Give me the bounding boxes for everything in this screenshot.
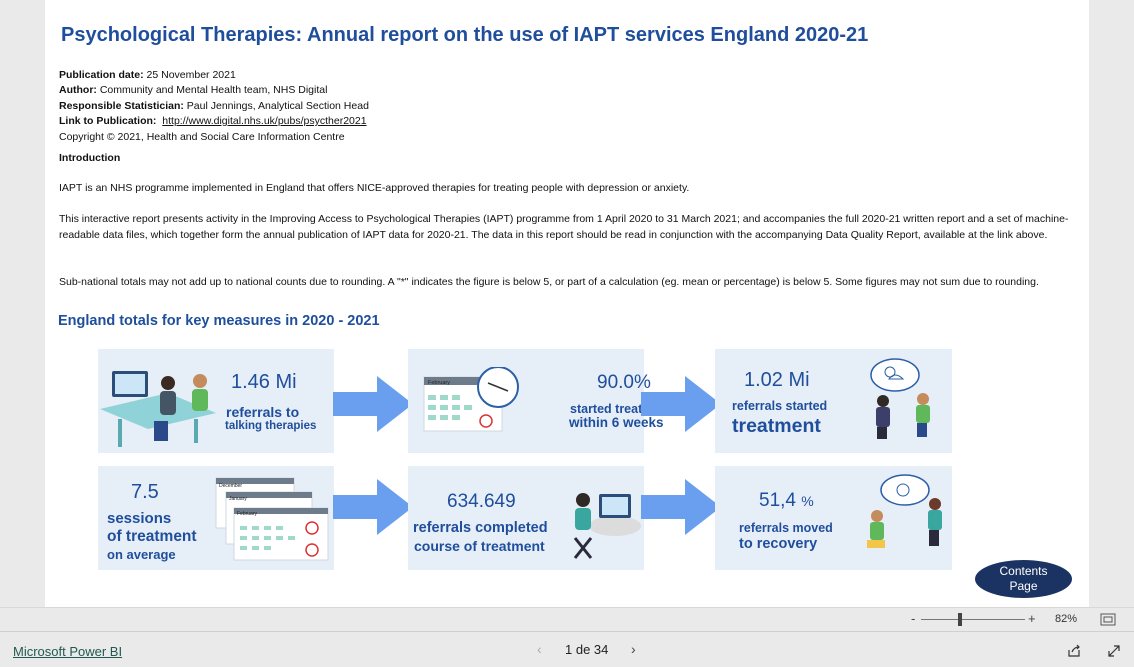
intro-paragraph-1: IAPT is an NHS programme implemented in … xyxy=(59,182,690,194)
calendar-february-label: February xyxy=(237,511,258,517)
card-completed: 634.649 referrals completed course of tr… xyxy=(408,466,644,570)
section-title: England totals for key measures in 2020 … xyxy=(58,313,380,329)
calendar-january-label: January xyxy=(229,496,247,502)
sessions-value: 7.5 xyxy=(131,481,159,503)
page-title: Psychological Therapies: Annual report o… xyxy=(61,24,869,46)
sessions-label-2: of treatment xyxy=(107,528,197,545)
page-indicator: 1 de 34 xyxy=(565,642,609,657)
zoom-slider-thumb[interactable] xyxy=(958,613,962,626)
arrow-right-icon xyxy=(641,479,721,535)
card-sessions: 7.5 sessions of treatment on average Dec… xyxy=(98,466,334,570)
arrow-right-icon xyxy=(333,479,413,535)
contents-page-button[interactable]: Contents Page xyxy=(975,560,1072,598)
zoom-level: 82% xyxy=(1055,613,1078,625)
started-label-1: referrals started xyxy=(732,399,828,413)
started-label-2: treatment xyxy=(732,415,821,437)
zoom-in-button[interactable]: + xyxy=(1028,611,1036,626)
card-six-weeks: February 90.0% started treatment within … xyxy=(408,349,672,453)
copyright: Copyright © 2021, Health and Social Care… xyxy=(59,131,345,143)
intro-paragraph-2: This interactive report presents activit… xyxy=(59,213,1069,241)
responsible-statistician: Responsible Statistician: Paul Jennings,… xyxy=(59,100,369,112)
zoom-out-button[interactable]: - xyxy=(911,611,915,626)
publication-link-row: Link to Publication: http://www.digital.… xyxy=(59,115,367,127)
card-recovery: 51,4 % referrals moved to recovery xyxy=(715,466,952,570)
sessions-label-3: on average xyxy=(107,547,176,562)
calendar-december-label: December xyxy=(219,483,243,489)
card-referrals: 1.46 Mi referrals to talking therapies xyxy=(98,349,334,453)
arrow-right-icon xyxy=(333,376,413,432)
recovery-value: 51,4 % xyxy=(759,490,814,511)
power-bi-link[interactable]: Microsoft Power BI xyxy=(13,644,122,659)
referrals-value: 1.46 Mi xyxy=(231,371,297,393)
arrow-right-icon xyxy=(641,376,721,432)
completed-label-2: course of treatment xyxy=(414,538,545,554)
zoom-slider[interactable] xyxy=(921,619,1025,620)
recovery-label-2: to recovery xyxy=(739,536,818,552)
calendar-month-label: February xyxy=(428,380,451,386)
started-value: 1.02 Mi xyxy=(744,369,810,391)
recovery-label-1: referrals moved xyxy=(739,521,833,535)
previous-page-icon[interactable]: ‹ xyxy=(537,641,542,657)
desk-people-illustration xyxy=(100,371,216,447)
intro-heading: Introduction xyxy=(59,152,121,164)
zoom-bar: - + 82% xyxy=(0,607,1134,631)
completed-label-1: referrals completed xyxy=(413,520,548,536)
fit-to-page-icon[interactable] xyxy=(1100,613,1116,626)
recovery-people-illustration xyxy=(867,474,942,548)
completed-value: 634.649 xyxy=(447,491,516,512)
fullscreen-icon[interactable] xyxy=(1107,644,1121,658)
laptop-person-illustration xyxy=(573,493,641,559)
author: Author: Community and Mental Health team… xyxy=(59,84,328,96)
therapy-session-illustration xyxy=(870,358,930,439)
calendar-clock-icon xyxy=(423,367,519,432)
card-started-treatment: 1.02 Mi referrals started treatment xyxy=(715,349,952,453)
publication-date: Publication date: 25 November 2021 xyxy=(59,69,236,81)
intro-paragraph-3: Sub-national totals may not add up to na… xyxy=(59,276,1039,288)
publication-link[interactable]: http://www.digital.nhs.uk/pubs/psycther2… xyxy=(162,115,366,127)
report-page: Psychological Therapies: Annual report o… xyxy=(45,0,1089,607)
footer-bar: Microsoft Power BI ‹ 1 de 34 › xyxy=(0,631,1134,667)
sessions-label-1: sessions xyxy=(107,510,172,527)
referrals-label-2: talking therapies xyxy=(225,420,317,432)
referrals-label-1: referrals to xyxy=(226,404,300,420)
share-icon[interactable] xyxy=(1067,644,1081,658)
next-page-icon[interactable]: › xyxy=(631,641,636,657)
